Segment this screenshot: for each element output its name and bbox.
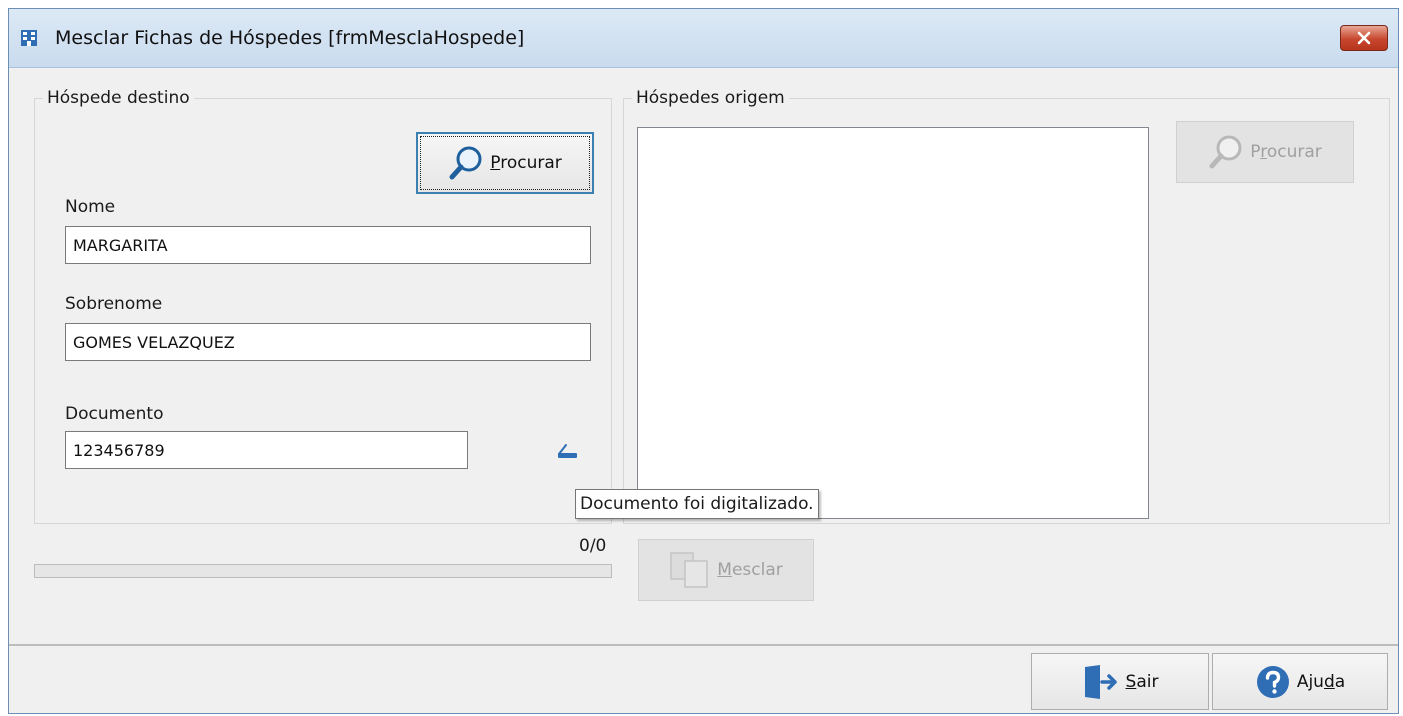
scan-tooltip: Documento foi digitalizado. [575, 489, 819, 519]
sobrenome-label: Sobrenome [65, 294, 163, 314]
hotel-app-icon [21, 30, 37, 46]
progress-counter: 0/0 [579, 536, 607, 556]
progress-bar [34, 564, 612, 578]
title-bar: Mesclar Fichas de Hóspedes [frmMesclaHos… [9, 9, 1398, 68]
documento-field[interactable] [65, 431, 468, 469]
dialog-window: Mesclar Fichas de Hóspedes [frmMesclaHos… [8, 8, 1399, 714]
procurar-destino-label: Procurar [490, 153, 562, 173]
hospede-destino-group: Hóspede destino Procurar Nome Sobrenome … [34, 88, 612, 524]
hospede-destino-legend: Hóspede destino [43, 88, 194, 108]
help-icon [1256, 665, 1289, 698]
close-icon [1357, 31, 1371, 45]
ajuda-button[interactable]: Ajuda [1212, 653, 1388, 710]
sair-label: Sair [1125, 671, 1159, 692]
procurar-destino-button[interactable]: Procurar [416, 132, 594, 194]
magnifier-icon [1209, 135, 1242, 169]
mesclar-button[interactable]: Mesclar [638, 539, 814, 601]
procurar-origem-label: Procurar [1250, 142, 1322, 162]
mesclar-label: Mesclar [717, 560, 783, 580]
nome-label: Nome [65, 197, 116, 217]
procurar-origem-button[interactable]: Procurar [1176, 121, 1354, 183]
hospedes-origem-group: Hóspedes origem Procurar [623, 88, 1390, 524]
sair-button[interactable]: Sair [1031, 653, 1209, 710]
close-button[interactable] [1340, 25, 1388, 51]
footer-separator [9, 644, 1398, 646]
sobrenome-field[interactable] [65, 323, 591, 361]
exit-door-icon [1084, 664, 1117, 699]
nome-field[interactable] [65, 226, 591, 264]
ajuda-label: Ajuda [1296, 671, 1346, 692]
magnifier-icon [449, 146, 482, 180]
documento-label: Documento [65, 404, 164, 424]
scanner-icon[interactable] [556, 440, 580, 460]
merge-icon [670, 552, 709, 588]
hospedes-origem-list[interactable] [637, 127, 1149, 519]
hospedes-origem-legend: Hóspedes origem [632, 88, 789, 108]
window-title: Mesclar Fichas de Hóspedes [frmMesclaHos… [55, 27, 525, 49]
